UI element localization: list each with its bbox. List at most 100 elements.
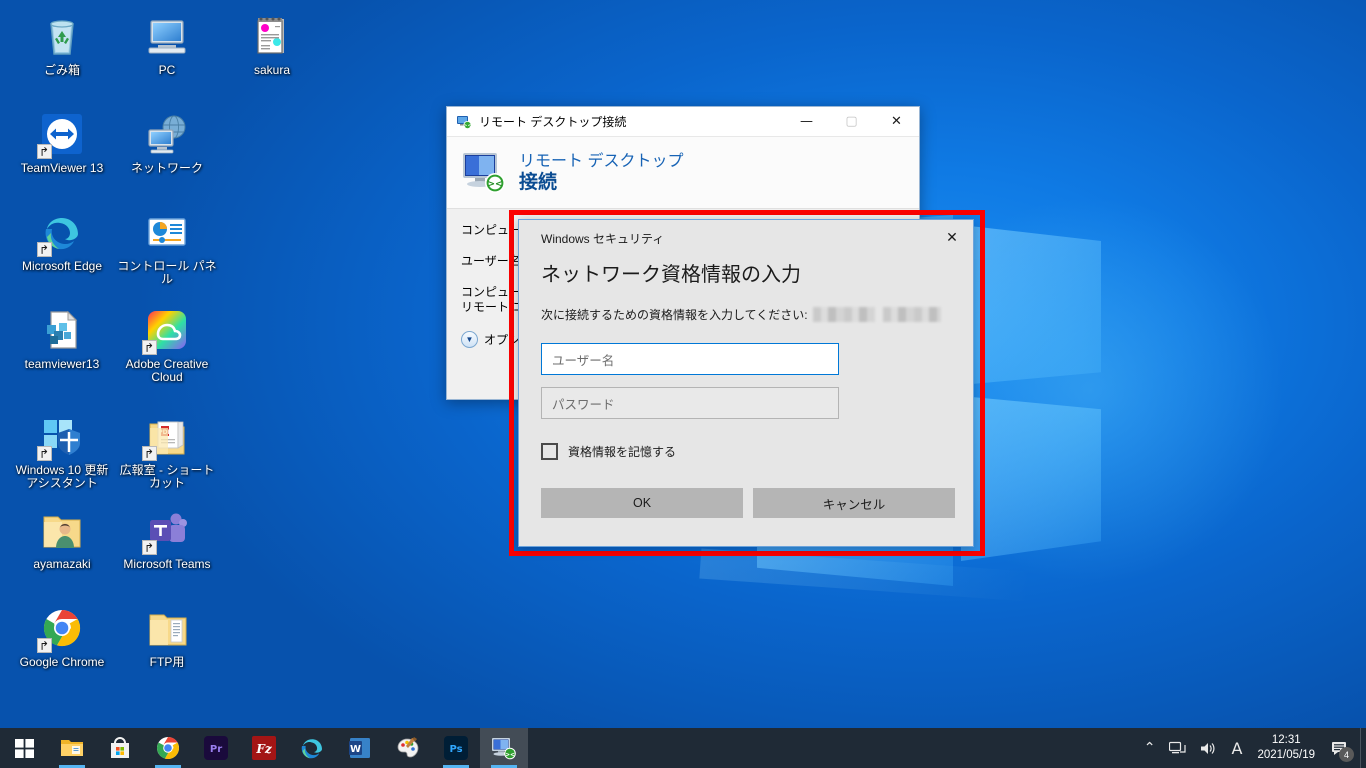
svg-text:Pr: Pr [210, 744, 222, 755]
chrome-icon [155, 735, 181, 761]
security-dialog-buttons: OK キャンセル [541, 488, 973, 518]
word-icon: W [347, 735, 373, 761]
desktop-icon-label: コントロール パネル [117, 260, 217, 286]
google-chrome-icon [38, 604, 86, 652]
desktop-icon-6[interactable]: Microsoft Edge [10, 208, 114, 273]
taskbar-item-remote-desktop[interactable]: >< [480, 728, 528, 768]
close-button[interactable]: ✕ [874, 107, 919, 136]
desktop-icon-label: 広報室 - ショートカット [117, 464, 217, 490]
desktop-icon-11[interactable]: PDF広報室 - ショートカット [115, 412, 219, 490]
ok-button[interactable]: OK [541, 488, 743, 518]
premiere-pro-icon: Pr [203, 735, 229, 761]
network-tray-icon[interactable] [1162, 728, 1193, 768]
desktop-icon-13[interactable]: Microsoft Teams [115, 506, 219, 571]
desktop-icon-label: TeamViewer 13 [21, 162, 104, 175]
username-input[interactable]: ユーザー名 [541, 343, 839, 375]
security-dialog-title: Windows セキュリティ [541, 230, 931, 247]
desktop-icon-1[interactable]: ごみ箱 [10, 12, 114, 77]
remember-credentials-checkbox[interactable] [541, 443, 558, 460]
svg-text:><: >< [505, 751, 515, 758]
windows-update-assistant-icon [38, 412, 86, 460]
taskbar-item-premiere-pro[interactable]: Pr [192, 728, 240, 768]
recycle-bin-icon [38, 12, 86, 60]
desktop-icon-7[interactable]: コントロール パネル [115, 208, 219, 286]
windows-security-dialog[interactable]: Windows セキュリティ ✕ ネットワーク資格情報の入力 次に接続するための… [518, 219, 974, 547]
rdp-title-text: リモート デスクトップ接続 [479, 113, 784, 130]
cancel-button[interactable]: キャンセル [753, 488, 955, 518]
taskbar-item-google-chrome[interactable] [144, 728, 192, 768]
volume-icon[interactable] [1193, 728, 1224, 768]
shortcut-overlay-icon [142, 446, 157, 461]
shortcut-overlay-icon [37, 446, 52, 461]
shortcut-overlay-icon [37, 242, 52, 257]
password-input[interactable]: パスワード [541, 387, 839, 419]
svg-text:W: W [350, 744, 361, 755]
desktop-icon-label: Microsoft Teams [123, 558, 210, 571]
desktop-icon-14[interactable]: Google Chrome [10, 604, 114, 669]
control-panel-icon [143, 208, 191, 256]
desktop-icon-15[interactable]: FTP用 [115, 604, 219, 669]
show-desktop-button[interactable] [1360, 728, 1366, 768]
taskbar-item-photoshop[interactable]: Ps [432, 728, 480, 768]
desktop-icon-2[interactable]: PC [115, 12, 219, 77]
svg-text:><: >< [487, 179, 502, 189]
remember-credentials-label: 資格情報を記憶する [568, 443, 676, 460]
svg-text:Ps: Ps [449, 744, 462, 755]
remote-desktop-logo-icon: >< [461, 151, 509, 195]
desktop-icon-label: PC [159, 64, 176, 77]
taskbar-item-paint[interactable] [384, 728, 432, 768]
teamviewer-icon [38, 110, 86, 158]
notification-count-badge: 4 [1339, 747, 1354, 762]
desktop-icon-5[interactable]: ネットワーク [115, 110, 219, 175]
taskbar-item-microsoft-word[interactable]: W [336, 728, 384, 768]
taskbar-item-filezilla[interactable]: Fz [240, 728, 288, 768]
rdp-header-text: リモート デスクトップ 接続 [519, 152, 683, 194]
taskbar-item-microsoft-store[interactable] [96, 728, 144, 768]
rdp-header-line2: 接続 [519, 171, 683, 194]
action-center-button[interactable]: 4 [1327, 728, 1360, 768]
shortcut-overlay-icon [37, 144, 52, 159]
edge-icon [299, 735, 325, 761]
paint-icon [395, 735, 421, 761]
shortcut-overlay-icon [37, 638, 52, 653]
taskbar-item-microsoft-edge[interactable] [288, 728, 336, 768]
desktop-icon-10[interactable]: Windows 10 更新アシスタント [10, 412, 114, 490]
taskbar-item-file-explorer[interactable] [48, 728, 96, 768]
desktop-icon-9[interactable]: Adobe Creative Cloud [115, 306, 219, 384]
store-icon [107, 735, 133, 761]
folder-icon [59, 735, 85, 761]
close-icon[interactable]: ✕ [931, 224, 973, 252]
svg-text:Fz: Fz [255, 742, 273, 756]
show-hidden-icons-chevron[interactable]: ⌃ [1137, 728, 1163, 768]
teamviewer-log-file-icon [38, 306, 86, 354]
maximize-button[interactable]: ▢ [829, 107, 874, 136]
desktop-icon-4[interactable]: TeamViewer 13 [10, 110, 114, 175]
ime-indicator[interactable]: A [1224, 728, 1249, 768]
remember-credentials-row[interactable]: 資格情報を記憶する [541, 443, 973, 460]
photoshop-icon: Ps [443, 735, 469, 761]
taskbar-app-list: Pr Fz W Ps >< [48, 728, 528, 768]
desktop-icon-label: Adobe Creative Cloud [117, 358, 217, 384]
desktop-icon-label: FTP用 [150, 656, 185, 669]
desktop-icon-label: ごみ箱 [44, 64, 80, 77]
security-dialog-heading: ネットワーク資格情報の入力 [519, 256, 973, 288]
desktop-icon-8[interactable]: teamviewer13 [10, 306, 114, 371]
security-dialog-description-row: 次に接続するための資格情報を入力してください: [519, 288, 973, 323]
system-tray: ⌃ A 12:31 2021/05/19 [1137, 728, 1366, 768]
clock-date: 2021/05/19 [1257, 748, 1315, 763]
desktop-icon-12[interactable]: ayamazaki [10, 506, 114, 571]
start-button[interactable] [0, 728, 48, 768]
shortcut-overlay-icon [142, 540, 157, 555]
desktop-icon-3[interactable]: sakura [220, 12, 324, 77]
clock[interactable]: 12:31 2021/05/19 [1249, 728, 1327, 768]
redacted-computer-name-part1 [813, 307, 875, 322]
minimize-button[interactable]: — [784, 107, 829, 136]
rdp-title-bar[interactable]: >< リモート デスクトップ接続 — ▢ ✕ [447, 107, 919, 137]
password-placeholder: パスワード [552, 394, 615, 413]
user-folder-icon [38, 506, 86, 554]
shortcut-overlay-icon [142, 340, 157, 355]
this-pc-icon [143, 12, 191, 60]
adobe-creative-cloud-icon [143, 306, 191, 354]
clock-time: 12:31 [1272, 733, 1301, 748]
desktop-icon-label: ayamazaki [33, 558, 90, 571]
